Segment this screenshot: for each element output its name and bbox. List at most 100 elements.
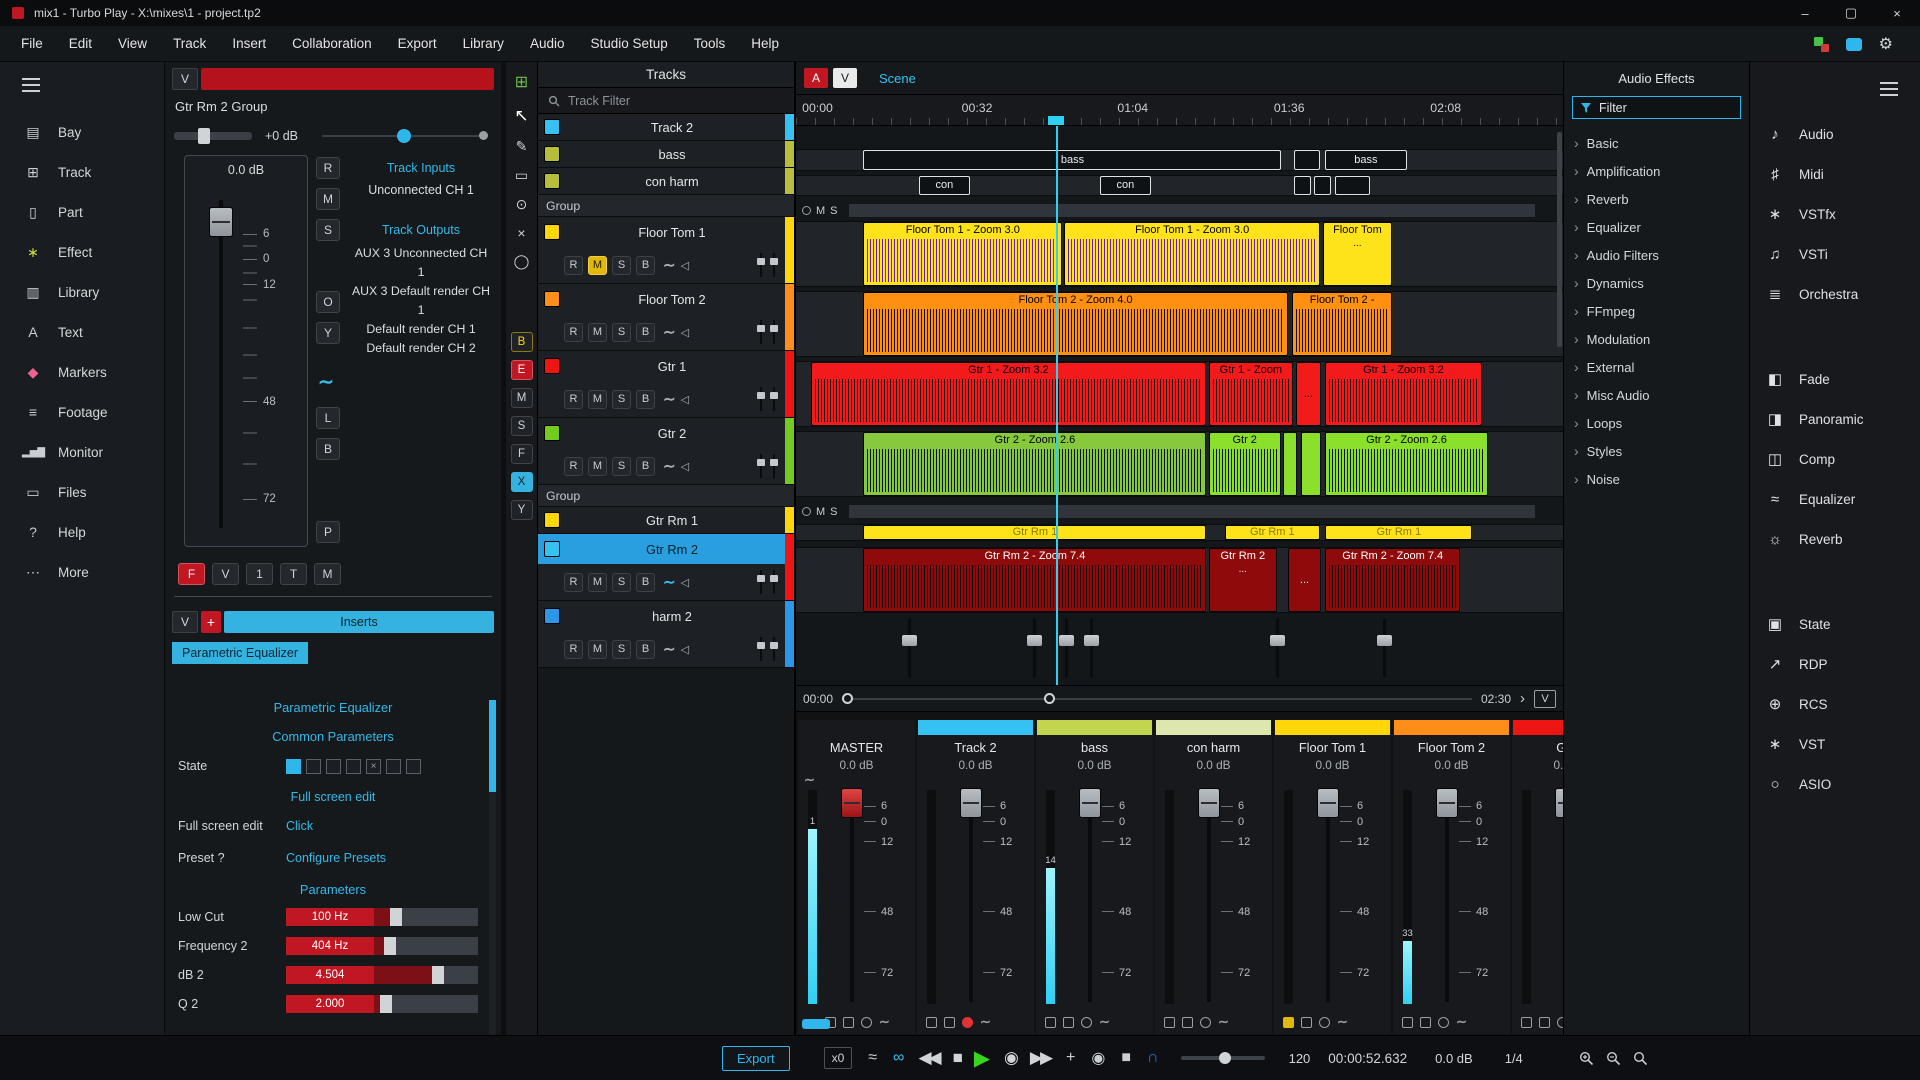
monitor-direction-icon[interactable]: ◁ bbox=[681, 259, 689, 272]
effects-filter-input[interactable]: Filter bbox=[1572, 96, 1741, 119]
click-link[interactable]: Click bbox=[286, 819, 313, 833]
pan-mini-fader[interactable] bbox=[770, 387, 778, 411]
clip[interactable]: Floor Tom 2 - Zoom 4.0 bbox=[863, 292, 1288, 356]
group-collapse-icon[interactable] bbox=[802, 206, 811, 215]
settings-gear-icon[interactable]: ⚙ bbox=[1879, 34, 1893, 54]
rs-item-vstfx[interactable]: ∗ VSTfx bbox=[1750, 194, 1920, 234]
o-button[interactable]: O bbox=[316, 291, 340, 313]
fx-category-ffmpeg[interactable]: › FFmpeg bbox=[1564, 297, 1749, 325]
track-row-gtr-rm-1[interactable]: Gtr Rm 1 bbox=[538, 507, 794, 534]
clip[interactable] bbox=[1335, 176, 1370, 195]
zoom-out-icon[interactable] bbox=[1606, 1051, 1621, 1066]
insert-plugin-chip[interactable]: Parametric Equalizer bbox=[172, 642, 309, 664]
pan-mini-fader[interactable] bbox=[770, 454, 778, 478]
plugins-icon[interactable] bbox=[1813, 36, 1829, 52]
nav-item-effect[interactable]: ∗ Effect bbox=[0, 232, 164, 272]
monitor-circle-icon[interactable] bbox=[1081, 1016, 1092, 1028]
record-enable-dot[interactable] bbox=[962, 1016, 973, 1028]
inserts-header[interactable]: Inserts bbox=[224, 611, 494, 633]
rs-item-midi[interactable]: ♯ Midi bbox=[1750, 154, 1920, 194]
view-toggle-button[interactable]: V bbox=[1534, 689, 1556, 708]
clip[interactable]: Gtr Rm 1 bbox=[1224, 525, 1320, 540]
track-row-gtr-1[interactable]: Gtr 1 R M S B ∼ ◁ bbox=[538, 351, 794, 418]
add-marker-icon[interactable]: + bbox=[1066, 1049, 1075, 1067]
record-button[interactable]: ◉ bbox=[1004, 1048, 1019, 1068]
clip-gain-fader[interactable] bbox=[900, 619, 918, 677]
tool-letter-x[interactable]: X bbox=[510, 472, 533, 492]
fader-handle[interactable] bbox=[1317, 787, 1339, 818]
playhead-handle[interactable] bbox=[1048, 116, 1064, 125]
b-button[interactable]: B bbox=[636, 639, 655, 659]
nav-item-markers[interactable]: ◆ Markers bbox=[0, 352, 164, 392]
zoom-tool-icon[interactable] bbox=[1633, 1051, 1648, 1066]
pan-curve-icon[interactable]: ∼ bbox=[804, 772, 815, 788]
menu-item-export[interactable]: Export bbox=[385, 29, 450, 58]
maximize-icon[interactable]: ▢ bbox=[1828, 0, 1874, 26]
fader-handle[interactable] bbox=[960, 787, 982, 818]
fx-category-modulation[interactable]: › Modulation bbox=[1564, 325, 1749, 353]
menu-item-collaboration[interactable]: Collaboration bbox=[279, 29, 385, 58]
slot-box-icon[interactable] bbox=[1063, 1016, 1074, 1028]
fx-category-audio-filters[interactable]: › Audio Filters bbox=[1564, 241, 1749, 269]
clip[interactable]: Gtr Rm 1 bbox=[863, 525, 1207, 540]
clip[interactable]: Gtr 1 - Zoom 3.2 bbox=[810, 362, 1207, 426]
slot-box-icon[interactable] bbox=[1301, 1016, 1312, 1028]
monitor-direction-icon[interactable]: ◁ bbox=[681, 643, 689, 656]
nav-item-bay[interactable]: ▤ Bay bbox=[0, 112, 164, 152]
chat-icon[interactable] bbox=[1845, 37, 1862, 51]
nav-item-more[interactable]: ⋯ More bbox=[0, 552, 164, 592]
export-button[interactable]: Export bbox=[722, 1045, 790, 1071]
slot-box-icon[interactable] bbox=[842, 1016, 854, 1028]
tab-scene[interactable]: Scene bbox=[879, 71, 916, 86]
rs-item-vsti[interactable]: ♫ VSTi bbox=[1750, 234, 1920, 274]
pan-mini-fader[interactable] bbox=[770, 637, 778, 661]
pan-slider[interactable] bbox=[322, 129, 488, 143]
rs-item-audio[interactable]: ♪ Audio bbox=[1750, 114, 1920, 154]
automation-curve-icon[interactable]: ∼ bbox=[663, 390, 676, 408]
configure-presets-link[interactable]: Configure Presets bbox=[286, 851, 386, 865]
group-mute-button[interactable]: M bbox=[816, 506, 825, 518]
clip[interactable]: ... bbox=[1296, 362, 1321, 426]
play-button[interactable]: ▶ bbox=[974, 1046, 990, 1071]
cursor-tool-icon[interactable]: ↖ bbox=[514, 106, 528, 126]
fx-category-misc-audio[interactable]: › Misc Audio bbox=[1564, 381, 1749, 409]
scrollbar-thumb[interactable] bbox=[489, 700, 496, 792]
monitor-circle-icon[interactable] bbox=[1200, 1016, 1211, 1028]
automation-curve-icon[interactable]: ∼ bbox=[663, 256, 676, 274]
pan-curve-icon[interactable]: ∼ bbox=[1456, 1014, 1467, 1030]
s-button[interactable]: S bbox=[316, 219, 340, 241]
state-yellow-icon[interactable] bbox=[1283, 1016, 1294, 1028]
menu-icon[interactable] bbox=[22, 78, 40, 92]
pin-tool-icon[interactable]: ⊙ bbox=[516, 196, 528, 213]
analyzer-icon[interactable]: ≈ bbox=[868, 1049, 877, 1067]
r-button[interactable]: R bbox=[564, 456, 583, 476]
fx-category-styles[interactable]: › Styles bbox=[1564, 437, 1749, 465]
slot-box-icon[interactable] bbox=[1402, 1016, 1413, 1028]
param-slider[interactable] bbox=[374, 995, 478, 1013]
track-group-row[interactable]: Group bbox=[538, 485, 794, 507]
add-insert-button[interactable]: + bbox=[201, 611, 221, 633]
b-button[interactable]: B bbox=[636, 456, 655, 476]
param-slider[interactable] bbox=[374, 966, 478, 984]
menu-item-insert[interactable]: Insert bbox=[219, 29, 279, 58]
pan-slider-dot[interactable] bbox=[397, 129, 411, 143]
r-button[interactable]: R bbox=[564, 255, 583, 275]
trim-slider[interactable] bbox=[174, 128, 252, 144]
fader-handle[interactable] bbox=[209, 206, 233, 237]
menu-item-audio[interactable]: Audio bbox=[517, 29, 578, 58]
playhead[interactable] bbox=[1056, 126, 1058, 685]
monitor-direction-icon[interactable]: ◁ bbox=[681, 326, 689, 339]
speed-button[interactable]: x0 bbox=[823, 1047, 853, 1069]
nav-item-files[interactable]: ▭ Files bbox=[0, 472, 164, 512]
gain-mini-fader[interactable] bbox=[757, 637, 765, 661]
gain-mini-fader[interactable] bbox=[757, 320, 765, 344]
add-track-icon[interactable]: ⊞ bbox=[515, 72, 528, 92]
cut-tool-icon[interactable]: × bbox=[517, 225, 525, 241]
clip[interactable]: Gtr Rm 2... bbox=[1208, 548, 1277, 612]
clip[interactable] bbox=[1300, 432, 1321, 496]
tool-letter-m[interactable]: M bbox=[510, 388, 533, 408]
stop-button[interactable]: ■ bbox=[953, 1048, 963, 1068]
tool-letter-y[interactable]: Y bbox=[510, 500, 533, 520]
clip[interactable]: bass bbox=[1325, 150, 1407, 170]
state-box-4[interactable] bbox=[346, 758, 361, 774]
